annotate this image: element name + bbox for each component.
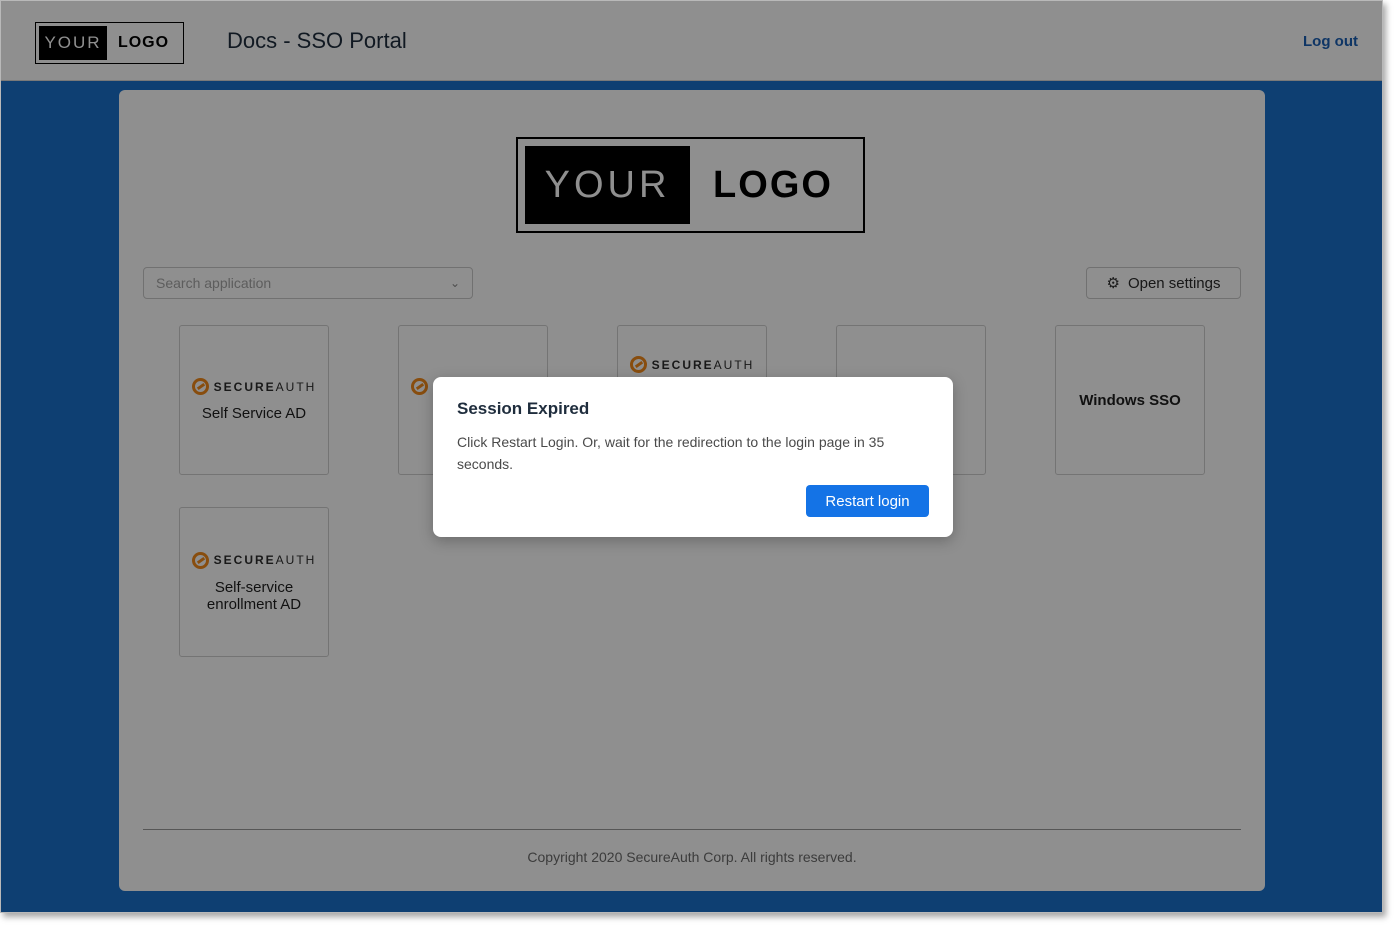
dialog-message: Click Restart Login. Or, wait for the re… [457, 434, 885, 472]
session-expired-dialog: Session Expired Click Restart Login. Or,… [433, 377, 953, 537]
restart-login-button[interactable]: Restart login [806, 485, 929, 517]
browser-window: YOUR LOGO Docs - SSO Portal Log out YOUR… [0, 0, 1383, 913]
dialog-title: Session Expired [457, 399, 590, 418]
